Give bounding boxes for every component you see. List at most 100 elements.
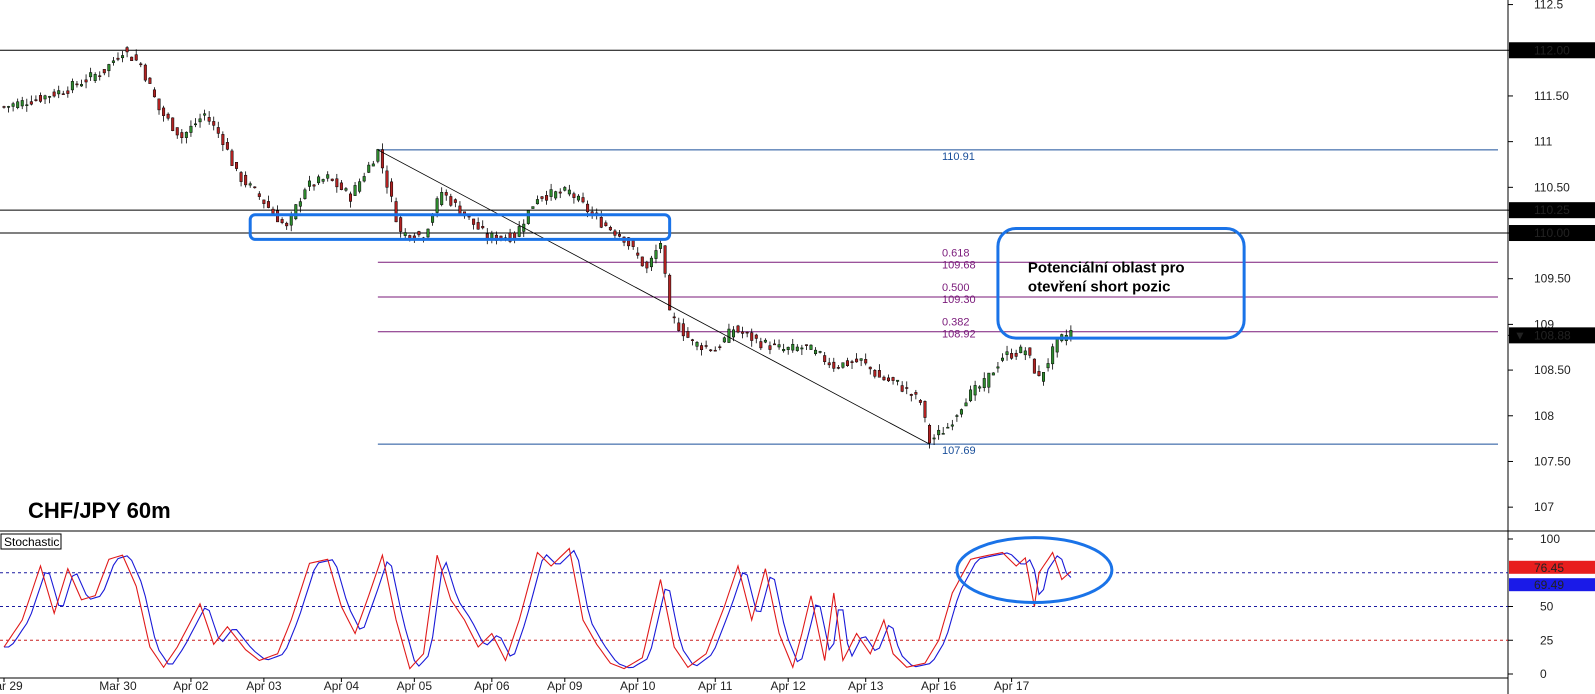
candle (162, 105, 166, 122)
price-tick-label: 111.50 (1534, 89, 1569, 103)
candle (832, 357, 836, 372)
candle (918, 398, 922, 406)
candle (982, 372, 986, 392)
candle-body (631, 240, 635, 247)
candle (964, 398, 968, 407)
candle-body (649, 257, 653, 268)
time-tick-label: Apr 04 (324, 679, 360, 693)
candle-body (786, 346, 790, 350)
candle (257, 191, 261, 200)
candle (909, 393, 913, 402)
candle (148, 76, 152, 84)
candle (394, 197, 398, 223)
candle (759, 337, 763, 351)
candle-body (978, 386, 982, 389)
candle (335, 173, 339, 193)
candle-body (244, 174, 248, 186)
stochastic-signal-line (4, 549, 1072, 669)
candle-body (80, 84, 84, 87)
candle (886, 374, 890, 383)
fib-ratio-label: 0.618 (942, 247, 970, 259)
candle-body (554, 191, 558, 199)
candle-body (221, 134, 225, 145)
candle (175, 127, 179, 139)
candle (317, 174, 321, 186)
candle-body (663, 245, 667, 274)
candle (121, 50, 125, 63)
candle-body (189, 125, 193, 133)
candle-body (440, 192, 444, 205)
candle (932, 434, 936, 446)
candle-body (804, 344, 808, 346)
candle (823, 352, 827, 365)
candle (1019, 344, 1023, 354)
candle (1032, 358, 1036, 374)
candle-body (886, 377, 890, 382)
candle-body (431, 215, 435, 223)
candle (203, 109, 207, 121)
candle-body (991, 372, 995, 376)
candle (89, 67, 93, 81)
candle-body (216, 127, 220, 134)
candle (476, 217, 480, 230)
candle (25, 98, 29, 112)
candle-body (681, 323, 685, 337)
candle-body (859, 358, 863, 361)
candle (230, 148, 234, 166)
candle-body (1042, 372, 1046, 382)
candle (485, 228, 489, 245)
time-axis: Mar 29 Mar 30 Apr 02 Apr 03 Apr 04 Apr 05 Apr … (0, 678, 1030, 693)
candle-body (339, 182, 343, 190)
candle (991, 372, 995, 376)
candle-body (618, 234, 622, 237)
candle-body (435, 198, 439, 213)
candle (417, 230, 421, 238)
candle-body (918, 400, 922, 403)
candle (116, 52, 120, 62)
candle-body (686, 331, 690, 338)
candle-body (864, 359, 868, 364)
candle-body (453, 199, 457, 203)
candle (531, 206, 535, 209)
fib-price-label: 109.30 (942, 294, 976, 306)
candle-body (344, 188, 348, 191)
stochastic-tick-label: 100 (1540, 532, 1560, 546)
fib-ratio-label: 0.382 (942, 317, 970, 329)
candle (1042, 372, 1046, 386)
candle (850, 359, 854, 370)
candle (285, 221, 289, 230)
time-tick-label: Apr 06 (474, 679, 510, 693)
candle-body (932, 437, 936, 440)
candle (672, 312, 676, 324)
candle (969, 385, 973, 403)
candle-body (1000, 357, 1004, 361)
candle-body (818, 351, 822, 353)
candle (376, 148, 380, 164)
candle (98, 71, 102, 81)
candle-body (1069, 330, 1073, 338)
candle-body (928, 424, 932, 444)
candle (61, 90, 65, 95)
candle (262, 199, 266, 209)
candle (978, 385, 982, 392)
candle-body (959, 409, 963, 415)
candle-body (873, 370, 877, 377)
candle-body (266, 201, 270, 208)
candle-body (868, 366, 872, 370)
candle (959, 408, 963, 418)
candle (768, 341, 772, 355)
candle (773, 339, 777, 346)
time-tick-label: Apr 13 (848, 679, 884, 693)
target-zone-label: otevření short pozic (1028, 278, 1171, 295)
candle (845, 357, 849, 367)
support-zone-box (248, 213, 672, 241)
candle (859, 358, 863, 367)
candle-body (964, 402, 968, 407)
candle-body (362, 176, 366, 182)
candlesticks (2, 46, 1073, 449)
candle-body (586, 203, 590, 213)
candle-body (526, 210, 530, 224)
candle (727, 323, 731, 343)
candle-body (937, 429, 941, 436)
candle-body (704, 345, 708, 347)
